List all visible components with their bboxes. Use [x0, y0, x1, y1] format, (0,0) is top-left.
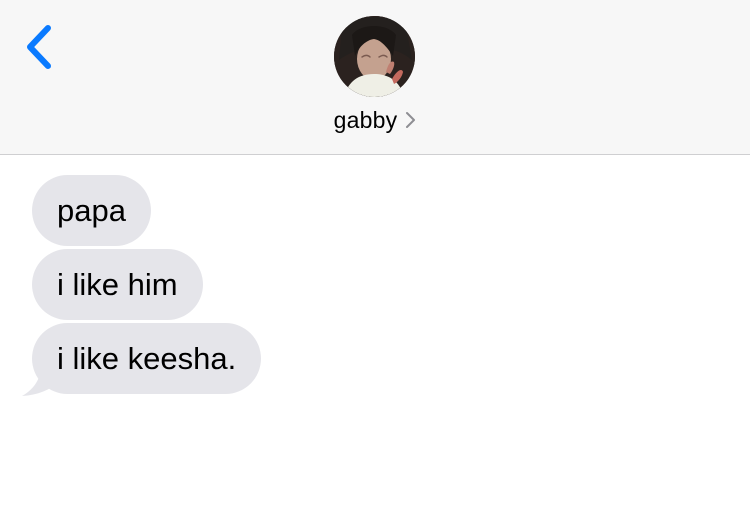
incoming-message-bubble[interactable]: i like keesha.: [32, 323, 262, 394]
back-button[interactable]: [18, 22, 62, 76]
messages-screen: gabby papa i like him i like keesha.: [0, 0, 750, 519]
message-text: papa: [57, 192, 126, 228]
chevron-left-icon: [27, 25, 51, 69]
chevron-right-icon: [405, 111, 416, 129]
message-thread: papa i like him i like keesha.: [0, 155, 750, 519]
contact-name: gabby: [333, 106, 398, 133]
conversation-header: gabby: [0, 0, 750, 155]
message-text: i like him: [57, 266, 178, 302]
contact-name-button[interactable]: gabby: [0, 104, 750, 136]
message-text: i like keesha.: [57, 340, 237, 376]
incoming-message-bubble[interactable]: i like him: [32, 249, 203, 320]
contact-photo: [334, 16, 415, 97]
avatar[interactable]: [334, 16, 415, 97]
incoming-message-bubble[interactable]: papa: [32, 175, 151, 246]
